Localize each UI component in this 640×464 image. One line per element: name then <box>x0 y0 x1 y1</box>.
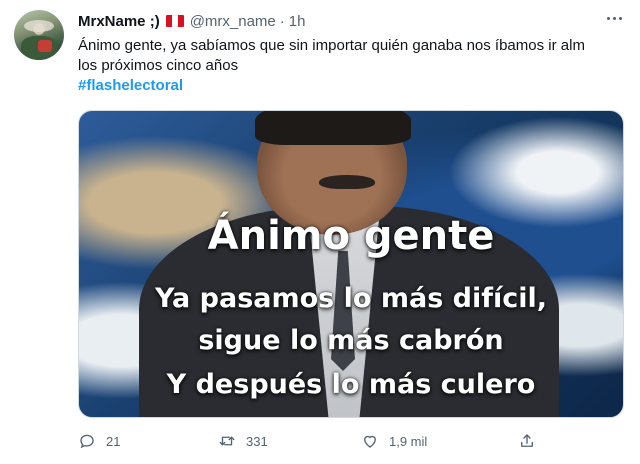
retweet-count: 331 <box>246 433 268 449</box>
share-icon <box>521 434 533 447</box>
reply-button[interactable]: 21 <box>78 432 120 450</box>
tweet-text-line1: Ánimo gente, ya sabíamos que sin importa… <box>78 37 585 54</box>
hashtag-link[interactable]: #flashelectoral <box>78 77 183 94</box>
retweet-button[interactable]: 331 <box>218 432 268 450</box>
tweet-text-line2: los próximos cinco años <box>78 56 239 74</box>
tweet-text: Ánimo gente, ya sabíamos que sin importa… <box>78 36 630 75</box>
image-man-hair <box>255 111 411 145</box>
reply-icon <box>80 434 94 449</box>
like-count: 1,9 mil <box>389 433 428 449</box>
retweet-icon <box>219 436 235 446</box>
like-button[interactable]: 1,9 mil <box>361 432 427 450</box>
reply-count: 21 <box>106 433 121 449</box>
meme-caption-2: Ya pasamos lo más difícil, <box>154 283 548 314</box>
meta-separator: · <box>279 12 285 30</box>
tweet-image[interactable]: Ánimo gente Ya pasamos lo más difícil, s… <box>78 110 624 418</box>
peru-flag-icon <box>165 15 184 27</box>
more-options-icon[interactable] <box>602 8 626 28</box>
meme-caption-4: Y después lo más culero <box>166 369 536 400</box>
author-handle[interactable]: @mrx_name <box>190 13 276 30</box>
image-man-moustache <box>319 175 375 189</box>
tweet-header: MrxName ;) @mrx_name · 1h <box>78 11 305 31</box>
avatar[interactable] <box>14 10 64 60</box>
heart-icon <box>364 435 376 448</box>
tweet-time[interactable]: 1h <box>289 13 306 30</box>
share-button[interactable] <box>518 432 536 450</box>
meme-caption-1: Ánimo gente <box>207 213 495 259</box>
author-name[interactable]: MrxName ;) <box>78 13 160 30</box>
meme-caption-3: sigue lo más cabrón <box>198 325 504 356</box>
tweet-actions: 21 331 1,9 mil <box>78 432 624 452</box>
